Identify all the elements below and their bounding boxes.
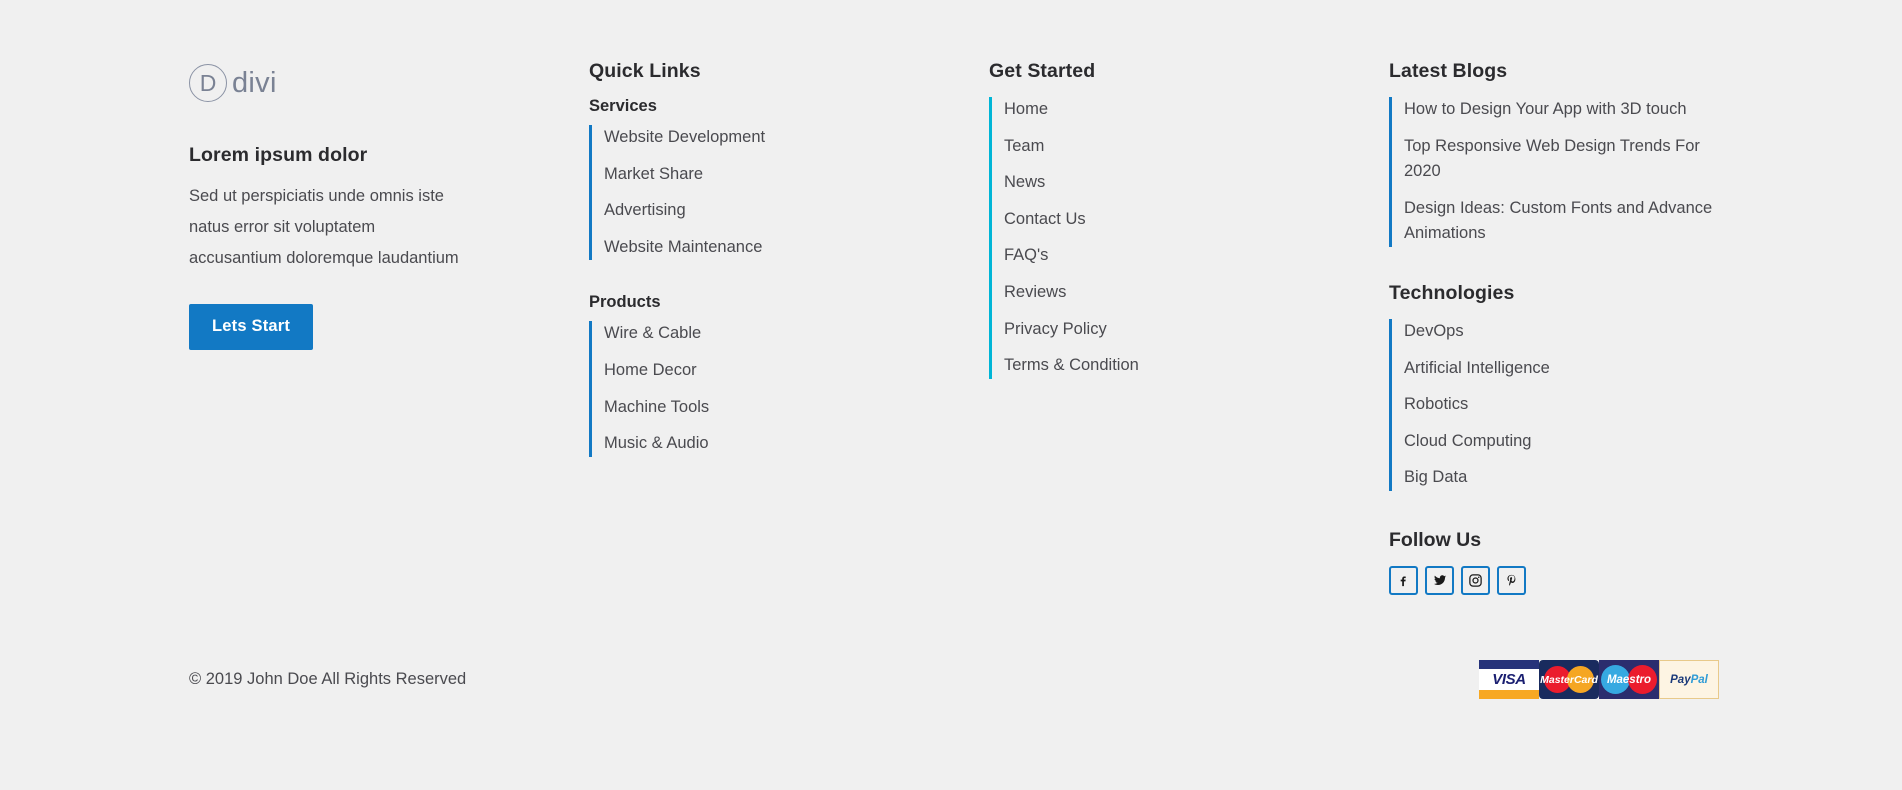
technologies-heading: Technologies xyxy=(1389,281,1515,304)
quick-links-column: Quick Links Services Website Development… xyxy=(589,60,989,457)
follow-us-heading: Follow Us xyxy=(1389,528,1482,551)
list-item[interactable]: Terms & Condition xyxy=(1004,353,1389,379)
brand-column: D divi Lorem ipsum dolor Sed ut perspici… xyxy=(189,60,589,350)
get-started-list: Home Team News Contact Us FAQ's Reviews … xyxy=(989,97,1389,379)
paypal-label-left: Pay xyxy=(1670,673,1691,686)
list-item[interactable]: Market Share xyxy=(604,162,989,188)
list-item[interactable]: Big Data xyxy=(1404,465,1719,491)
latest-blogs-column: Latest Blogs How to Design Your App with… xyxy=(1389,60,1719,595)
list-item[interactable]: How to Design Your App with 3D touch xyxy=(1404,97,1719,123)
visa-label: VISA xyxy=(1492,671,1526,688)
get-started-heading: Get Started xyxy=(989,60,1096,82)
products-subheading: Products xyxy=(589,293,661,312)
paypal-label-right: Pal xyxy=(1690,673,1708,686)
visa-top-bar xyxy=(1479,660,1539,669)
list-item[interactable]: Website Development xyxy=(604,125,989,151)
products-list: Wire & Cable Home Decor Machine Tools Mu… xyxy=(589,321,989,457)
list-item[interactable]: FAQ's xyxy=(1004,243,1389,269)
footer-columns: D divi Lorem ipsum dolor Sed ut perspici… xyxy=(189,60,1719,595)
services-subheading: Services xyxy=(589,97,657,115)
mastercard-logo: MasterCard xyxy=(1539,660,1599,699)
list-item[interactable]: Website Maintenance xyxy=(604,235,989,261)
list-item[interactable]: Home xyxy=(1004,97,1389,123)
list-item[interactable]: Privacy Policy xyxy=(1004,317,1389,343)
payment-methods: VISA MasterCard Maestro PayPal xyxy=(1479,660,1719,699)
maestro-label: Maestro xyxy=(1606,673,1652,686)
paypal-label: PayPal xyxy=(1670,674,1708,686)
social-links xyxy=(1389,565,1719,595)
footer-section: D divi Lorem ipsum dolor Sed ut perspici… xyxy=(0,0,1902,790)
lets-start-button[interactable]: Lets Start xyxy=(189,304,314,350)
facebook-icon[interactable] xyxy=(1389,565,1418,595)
list-item[interactable]: Top Responsive Web Design Trends For 202… xyxy=(1404,134,1719,185)
logo-wordmark: divi xyxy=(232,66,277,99)
latest-blogs-list: How to Design Your App with 3D touch Top… xyxy=(1389,97,1719,247)
list-item[interactable]: Contact Us xyxy=(1004,207,1389,233)
footer-bottom-bar: © 2019 John Doe All Rights Reserved VISA… xyxy=(189,660,1719,699)
brand-description: Sed ut perspiciatis unde omnis iste natu… xyxy=(189,187,459,267)
list-item[interactable]: Home Decor xyxy=(604,358,989,384)
list-item[interactable]: Music & Audio xyxy=(604,431,989,457)
list-item[interactable]: Cloud Computing xyxy=(1404,429,1719,455)
copyright-text: © 2019 John Doe All Rights Reserved xyxy=(189,670,467,688)
mastercard-label: MasterCard xyxy=(1540,673,1598,686)
maestro-logo: Maestro xyxy=(1599,660,1659,699)
services-list: Website Development Market Share Adverti… xyxy=(589,125,989,261)
list-item[interactable]: Reviews xyxy=(1004,280,1389,306)
list-item[interactable]: DevOps xyxy=(1404,319,1719,345)
site-logo[interactable]: D divi xyxy=(189,60,589,106)
pinterest-icon[interactable] xyxy=(1497,565,1526,595)
quick-links-heading: Quick Links xyxy=(589,60,701,82)
list-item[interactable]: News xyxy=(1004,170,1389,196)
twitter-icon[interactable] xyxy=(1425,565,1454,595)
list-item[interactable]: Machine Tools xyxy=(604,395,989,421)
list-item[interactable]: Design Ideas: Custom Fonts and Advance A… xyxy=(1404,196,1719,247)
list-item[interactable]: Robotics xyxy=(1404,392,1719,418)
visa-logo: VISA xyxy=(1479,660,1539,699)
list-item[interactable]: Team xyxy=(1004,134,1389,160)
instagram-icon[interactable] xyxy=(1461,565,1490,595)
list-item[interactable]: Wire & Cable xyxy=(604,321,989,347)
technologies-list: DevOps Artificial Intelligence Robotics … xyxy=(1389,318,1719,491)
brand-title: Lorem ipsum dolor xyxy=(189,144,368,166)
list-item[interactable]: Advertising xyxy=(604,198,989,224)
visa-bottom-bar xyxy=(1479,690,1539,699)
paypal-logo: PayPal xyxy=(1659,660,1719,699)
list-item[interactable]: Artificial Intelligence xyxy=(1404,356,1719,382)
logo-circle-d-icon: D xyxy=(189,64,227,102)
latest-blogs-heading: Latest Blogs xyxy=(1389,60,1508,82)
get-started-column: Get Started Home Team News Contact Us FA… xyxy=(989,60,1389,379)
